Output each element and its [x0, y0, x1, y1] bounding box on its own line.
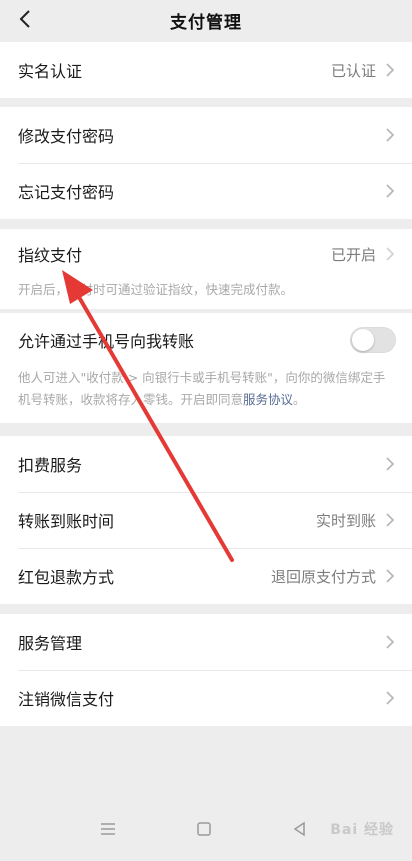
- system-nav-bar: Bai 经验: [0, 799, 412, 861]
- row-forgot-password[interactable]: 忘记支付密码: [0, 163, 412, 219]
- nav-back-button[interactable]: [286, 817, 314, 841]
- row-label: 实名认证: [18, 62, 83, 81]
- row-label: 指纹支付: [18, 246, 83, 265]
- top-bar: 支付管理: [0, 0, 412, 40]
- row-cancel-wechat-pay[interactable]: 注销微信支付: [0, 670, 412, 726]
- group-fingerprint: 指纹支付 已开启 开启后，支付时可通过验证指纹，快速完成付款。: [0, 229, 412, 309]
- row-label: 红包退款方式: [18, 568, 115, 587]
- description-text: 他人可进入"收付款 > 向银行卡或手机号转账"，向你的微信绑定手机号转账，收款将…: [18, 370, 386, 407]
- chevron-right-icon: [386, 128, 395, 142]
- row-fingerprint-pay[interactable]: 指纹支付 已开启: [0, 229, 412, 279]
- home-square-icon: [197, 822, 211, 836]
- chevron-right-icon: [386, 635, 395, 649]
- row-phone-transfer: 允许通过手机号向我转账: [0, 313, 412, 367]
- row-realname[interactable]: 实名认证 已认证: [0, 42, 412, 98]
- row-label: 允许通过手机号向我转账: [18, 332, 195, 351]
- row-label: 忘记支付密码: [18, 183, 115, 202]
- group-password: 修改支付密码 忘记支付密码: [0, 107, 412, 219]
- payment-management-screen: 支付管理 实名认证 已认证 修改支付密码 忘记支付密码 指纹支付 已开启 开启后…: [0, 0, 412, 861]
- back-button[interactable]: [12, 6, 38, 32]
- back-triangle-icon: [293, 821, 305, 837]
- group-services: 扣费服务 转账到账时间 实时到账 红包退款方式 退回原支付方式: [0, 436, 412, 604]
- row-change-password[interactable]: 修改支付密码: [0, 107, 412, 163]
- chevron-right-icon: [386, 184, 395, 198]
- phone-transfer-toggle[interactable]: [350, 327, 396, 353]
- fingerprint-description: 开启后，支付时可通过验证指纹，快速完成付款。: [18, 282, 294, 297]
- row-value: 已开启: [330, 245, 376, 264]
- service-agreement-link[interactable]: 服务协议: [243, 392, 293, 407]
- chevron-right-icon: [386, 457, 395, 471]
- chevron-right-icon: [386, 569, 395, 583]
- chevron-right-icon: [386, 513, 395, 527]
- watermark: Bai 经验: [330, 822, 394, 838]
- row-red-packet-refund[interactable]: 红包退款方式 退回原支付方式: [0, 548, 412, 604]
- row-label: 扣费服务: [18, 456, 83, 475]
- chevron-right-icon: [386, 247, 395, 261]
- description-end: 。: [293, 392, 306, 407]
- group-realname: 实名认证 已认证: [0, 42, 412, 98]
- row-value: 退回原支付方式: [270, 567, 376, 586]
- chevron-left-icon: [19, 10, 30, 28]
- chevron-right-icon: [386, 63, 395, 77]
- row-label: 转账到账时间: [18, 512, 115, 531]
- nav-menu-button[interactable]: [94, 817, 122, 841]
- page-title: 支付管理: [170, 12, 242, 33]
- phone-transfer-description: 他人可进入"收付款 > 向银行卡或手机号转账"，向你的微信绑定手机号转账，收款将…: [0, 367, 412, 423]
- row-transfer-arrival-time[interactable]: 转账到账时间 实时到账: [0, 492, 412, 548]
- row-deduction-service[interactable]: 扣费服务: [0, 436, 412, 492]
- row-service-manage[interactable]: 服务管理: [0, 614, 412, 670]
- row-value: 已认证: [330, 61, 376, 80]
- row-label: 修改支付密码: [18, 127, 115, 146]
- row-label: 服务管理: [18, 634, 83, 653]
- group-manage: 服务管理 注销微信支付: [0, 614, 412, 726]
- row-value: 实时到账: [315, 511, 376, 530]
- row-label: 注销微信支付: [18, 690, 115, 709]
- menu-icon: [101, 823, 115, 835]
- group-phone-transfer: 允许通过手机号向我转账 他人可进入"收付款 > 向银行卡或手机号转账"，向你的微…: [0, 313, 412, 423]
- nav-home-button[interactable]: [190, 817, 218, 841]
- toggle-knob: [352, 329, 374, 351]
- chevron-right-icon: [386, 691, 395, 705]
